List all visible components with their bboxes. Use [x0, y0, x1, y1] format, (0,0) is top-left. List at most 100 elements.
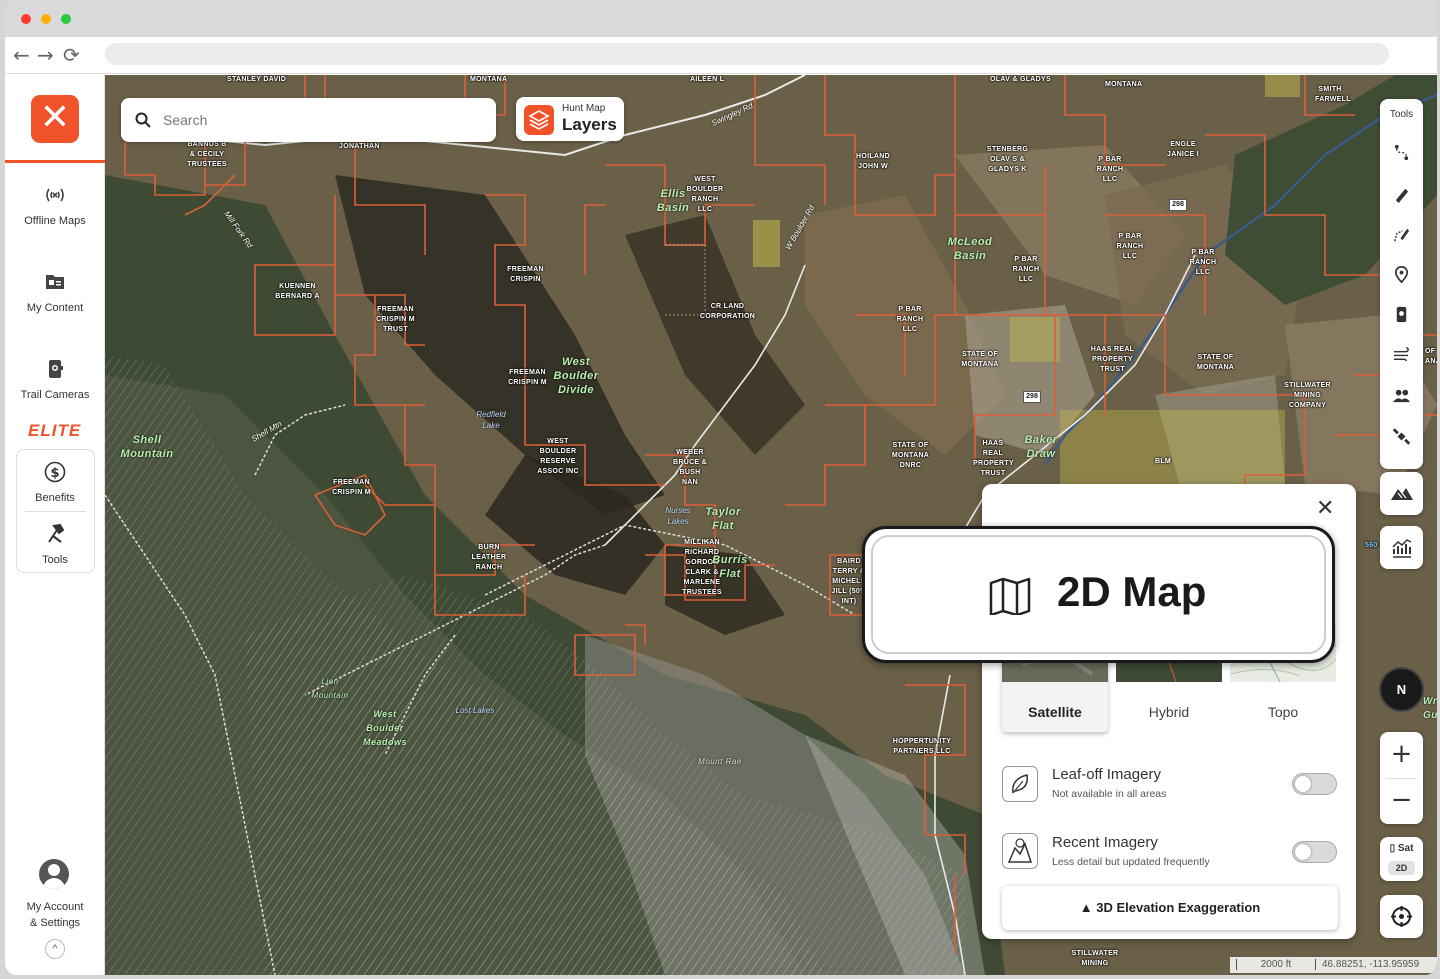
recent-imagery-title: Recent Imagery [1052, 834, 1158, 851]
sidebar-item-tools[interactable]: Tools [17, 522, 93, 566]
forward-arrow-icon[interactable]: → [37, 43, 54, 67]
browser-toolbar: ← → ⟳ [5, 37, 1437, 74]
3d-terrain-button[interactable] [1380, 472, 1423, 515]
svg-text:$: $ [50, 466, 59, 481]
parcel-label: BURN LEATHER RANCH [471, 544, 507, 571]
zoom-in-button[interactable]: + [1380, 732, 1423, 778]
map-canvas[interactable]: STANLEY DAVID MONTANA AILEEN L OLAV & GL… [105, 75, 1437, 975]
sidebar-item-offline-maps[interactable]: Offline Maps [5, 183, 105, 227]
parcel-label: AILEEN L [690, 76, 725, 83]
parcel-label: P BAR RANCH LLC [896, 306, 924, 333]
compass[interactable]: N [1379, 667, 1424, 712]
recent-imagery-icon [1002, 833, 1038, 869]
close-icon[interactable]: ✕ [1316, 498, 1334, 520]
map-mode-callout[interactable]: 2D Map [862, 526, 1335, 663]
reload-icon[interactable]: ⟳ [63, 43, 80, 67]
sidebar-item-label: Tools [42, 554, 68, 566]
leaf-icon [1002, 766, 1038, 802]
parcel-label: JONATHAN [339, 143, 380, 150]
parcel-label: HAAS REAL PROPERTY TRUST [973, 440, 1014, 477]
parcel-label: P BAR RANCH LLC [1189, 249, 1217, 276]
sidebar-item-my-content[interactable]: My Content [5, 270, 105, 314]
parcel-label: HOPPERTUNITY PARTNERS LLC [892, 738, 952, 755]
trail-camera-icon [49, 360, 63, 378]
parcel-label: STANLEY DAVID [227, 76, 287, 83]
zoom-controls: + − [1380, 732, 1423, 824]
zoom-out-button[interactable]: − [1380, 778, 1423, 824]
sidebar-item-label: My Content [26, 302, 84, 314]
elite-menu: $ Benefits Tools [16, 449, 95, 573]
parcel-label: STATE OF MONTANA [1196, 354, 1235, 371]
place-label: McLeod Basin [947, 236, 993, 262]
account-settings-link[interactable]: My Account & Settings [5, 899, 105, 931]
parcel-label: STENBERG OLAV S & GLADYS K [986, 146, 1029, 173]
basemap-label-hybrid[interactable]: Hybrid [1116, 704, 1222, 720]
leaf-off-subtitle: Not available in all areas [1052, 788, 1167, 800]
lake-label: Nurses Lakes [665, 506, 691, 526]
parcel-label: FREEMAN CRISPIN [507, 266, 544, 283]
browser-window: ← → ⟳ ✕ Offline Maps My Content Trail Ca… [5, 0, 1437, 975]
elevation-profile-button[interactable] [1380, 526, 1423, 569]
recent-imagery-toggle[interactable] [1292, 841, 1337, 863]
place-label: Shell Mountain [120, 434, 174, 460]
recent-imagery-subtitle: Less detail but updated frequently [1052, 856, 1210, 868]
chevron-up-icon[interactable]: ^ [45, 939, 65, 959]
map-edge-label: Gu [1423, 710, 1437, 721]
sidebar-item-label: Benefits [35, 492, 75, 504]
layers-title: Layers [562, 115, 617, 134]
parcel-label: FREEMAN CRISPIN M TRUST [376, 306, 415, 333]
draw-line-icon[interactable] [1392, 185, 1411, 204]
layers-icon [524, 105, 554, 135]
users-icon[interactable] [1392, 386, 1411, 405]
sidebar-item-benefits[interactable]: $ Benefits [17, 460, 93, 504]
parcel-label: STATE OF MONTANA [961, 351, 999, 368]
avatar[interactable] [39, 859, 69, 889]
basemap-label-satellite: Satellite [1028, 704, 1082, 720]
map-mode-label: 2D Map [1057, 568, 1207, 615]
parcel-label: FREEMAN CRISPIN M [332, 479, 371, 496]
sidebar-item-label: Trail Cameras [20, 389, 90, 401]
basemap-label-topo[interactable]: Topo [1230, 704, 1336, 720]
location-button[interactable] [1380, 895, 1423, 938]
map-edge-label: ANA [1425, 358, 1437, 365]
waypoint-icon[interactable] [1392, 265, 1411, 284]
close-window-dot[interactable] [21, 14, 31, 24]
wind-icon[interactable] [1392, 345, 1411, 364]
search-input[interactable]: Search [163, 112, 207, 128]
address-bar[interactable] [105, 43, 1389, 65]
parcel-label: WEST BOULDER RESERVE ASSOC INC [537, 438, 579, 475]
elevation-exaggeration-button[interactable]: ▲ 3D Elevation Exaggeration [1002, 886, 1338, 930]
draw-shape-icon[interactable] [1392, 225, 1411, 244]
highway-shield: 298 [1169, 199, 1187, 211]
parcel-label: HAAS REAL PROPERTY TRUST [1090, 346, 1135, 373]
app-sidebar: ✕ Offline Maps My Content Trail Cameras [5, 75, 105, 975]
highway-shield: 298 [1023, 391, 1041, 403]
layers-button[interactable]: Hunt Map Layers [516, 97, 624, 141]
back-arrow-icon[interactable]: ← [13, 43, 30, 67]
place-label: Lion Mountain [311, 677, 349, 700]
basemap-mode-toggle[interactable]: ▯ Sat 2D [1380, 837, 1423, 881]
route-icon[interactable] [1392, 143, 1411, 162]
maximize-window-dot[interactable] [61, 14, 71, 24]
map-edge-number: 560 [1365, 542, 1378, 549]
elevation-button-label: 3D Elevation Exaggeration [1096, 900, 1261, 915]
minimize-window-dot[interactable] [41, 14, 51, 24]
tools-title: Tools [1389, 109, 1414, 120]
sidebar-item-trail-cameras[interactable]: Trail Cameras [5, 357, 105, 401]
satellite-icon[interactable] [1392, 427, 1411, 446]
parcel-label: WEBER BRUCE & BUSH NAN [673, 449, 707, 486]
map-edge-label: OF [1425, 348, 1436, 355]
compass-north: N [1396, 682, 1407, 697]
leaf-off-title: Leaf-off Imagery [1052, 766, 1161, 783]
place-label: Taylor Flat [705, 506, 741, 532]
search-bar[interactable]: Search [121, 98, 496, 142]
leaf-off-toggle[interactable] [1292, 773, 1337, 795]
parcel-label: ENGLE JANICE I [1167, 141, 1199, 158]
trail-camera-icon[interactable] [1392, 305, 1411, 324]
parcel-label: P BAR RANCH LLC [1116, 233, 1144, 260]
parcel-label: P BAR RANCH LLC [1096, 156, 1124, 183]
onx-logo[interactable]: ✕ [31, 95, 79, 143]
scale-label: 2000 ft [1236, 959, 1316, 970]
parcel-label: BANNUS B & CECILY TRUSTEES [187, 141, 227, 168]
basemap-indicator: ▯ Sat [1389, 843, 1414, 854]
